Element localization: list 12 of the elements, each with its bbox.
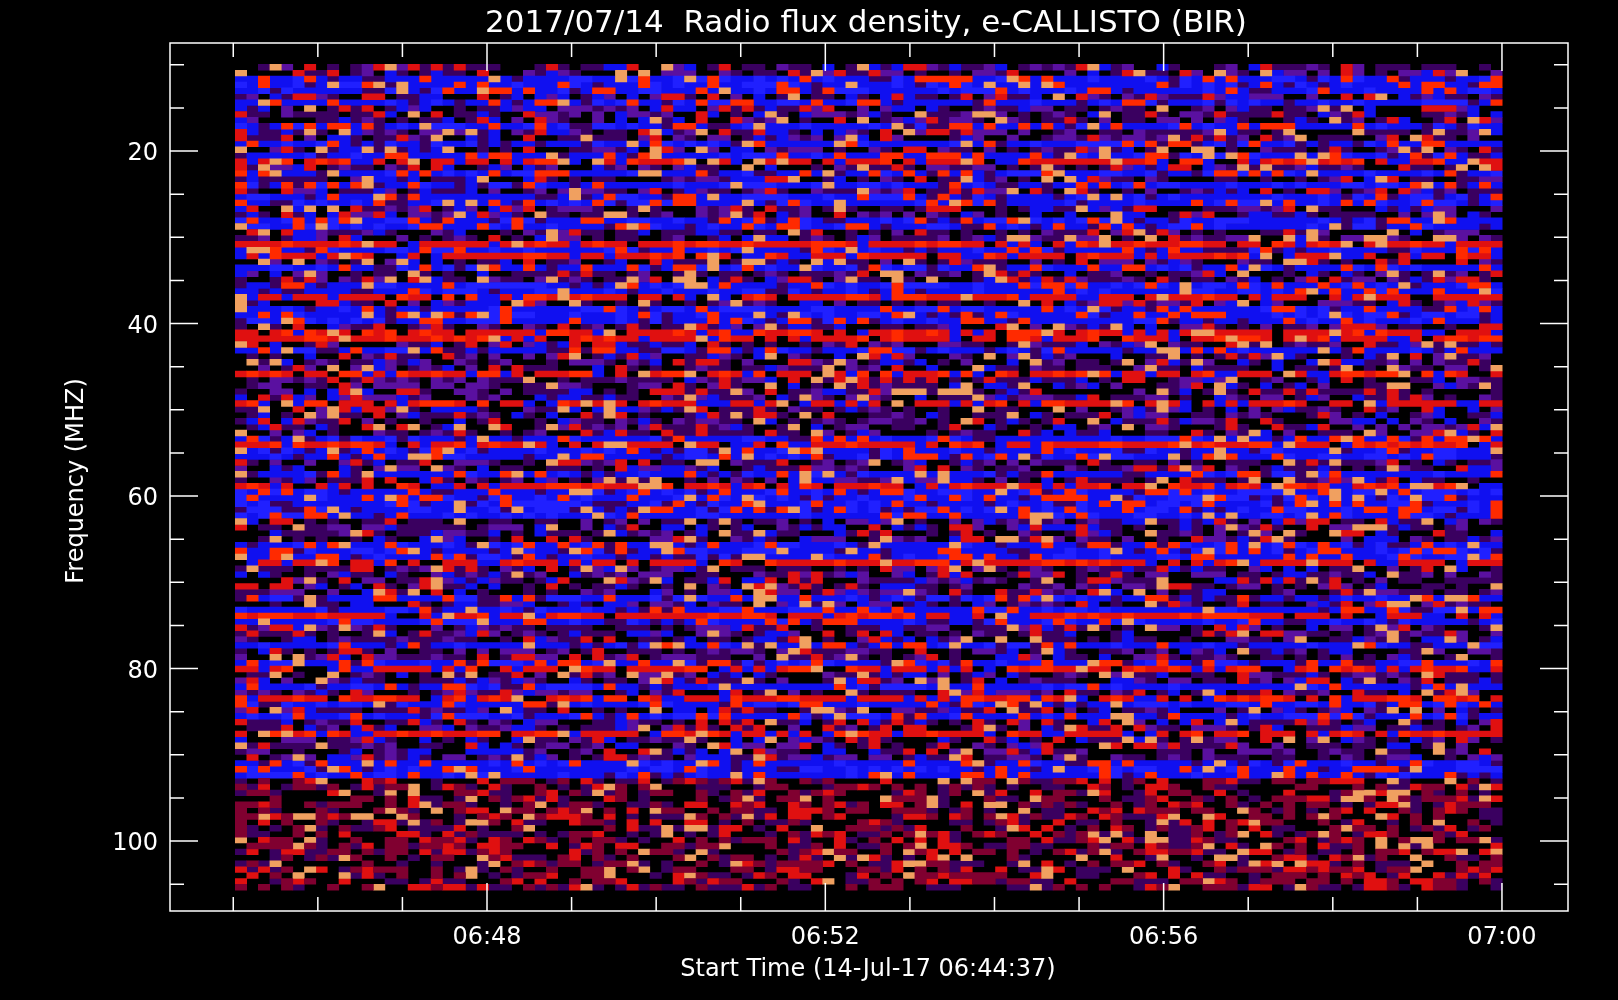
y-tick-label: 100 — [112, 828, 158, 856]
y-tick-label: 60 — [127, 483, 158, 511]
y-tick-label: 80 — [127, 655, 158, 684]
y-axis-label: Frequency (MHZ) — [61, 378, 89, 584]
x-tick-label: 07:00 — [1467, 922, 1537, 950]
chart-title: 2017/07/14 Radio flux density, e-CALLISTO (BIR) — [485, 3, 1247, 39]
x-tick-label: 06:52 — [790, 922, 860, 950]
x-tick-label: 06:48 — [452, 922, 522, 950]
x-tick-label: 06:56 — [1129, 922, 1199, 950]
x-axis-label: Start Time (14-Jul-17 06:44:37) — [680, 954, 1056, 982]
y-tick-label: 20 — [127, 138, 158, 166]
y-tick-label: 40 — [127, 310, 158, 339]
